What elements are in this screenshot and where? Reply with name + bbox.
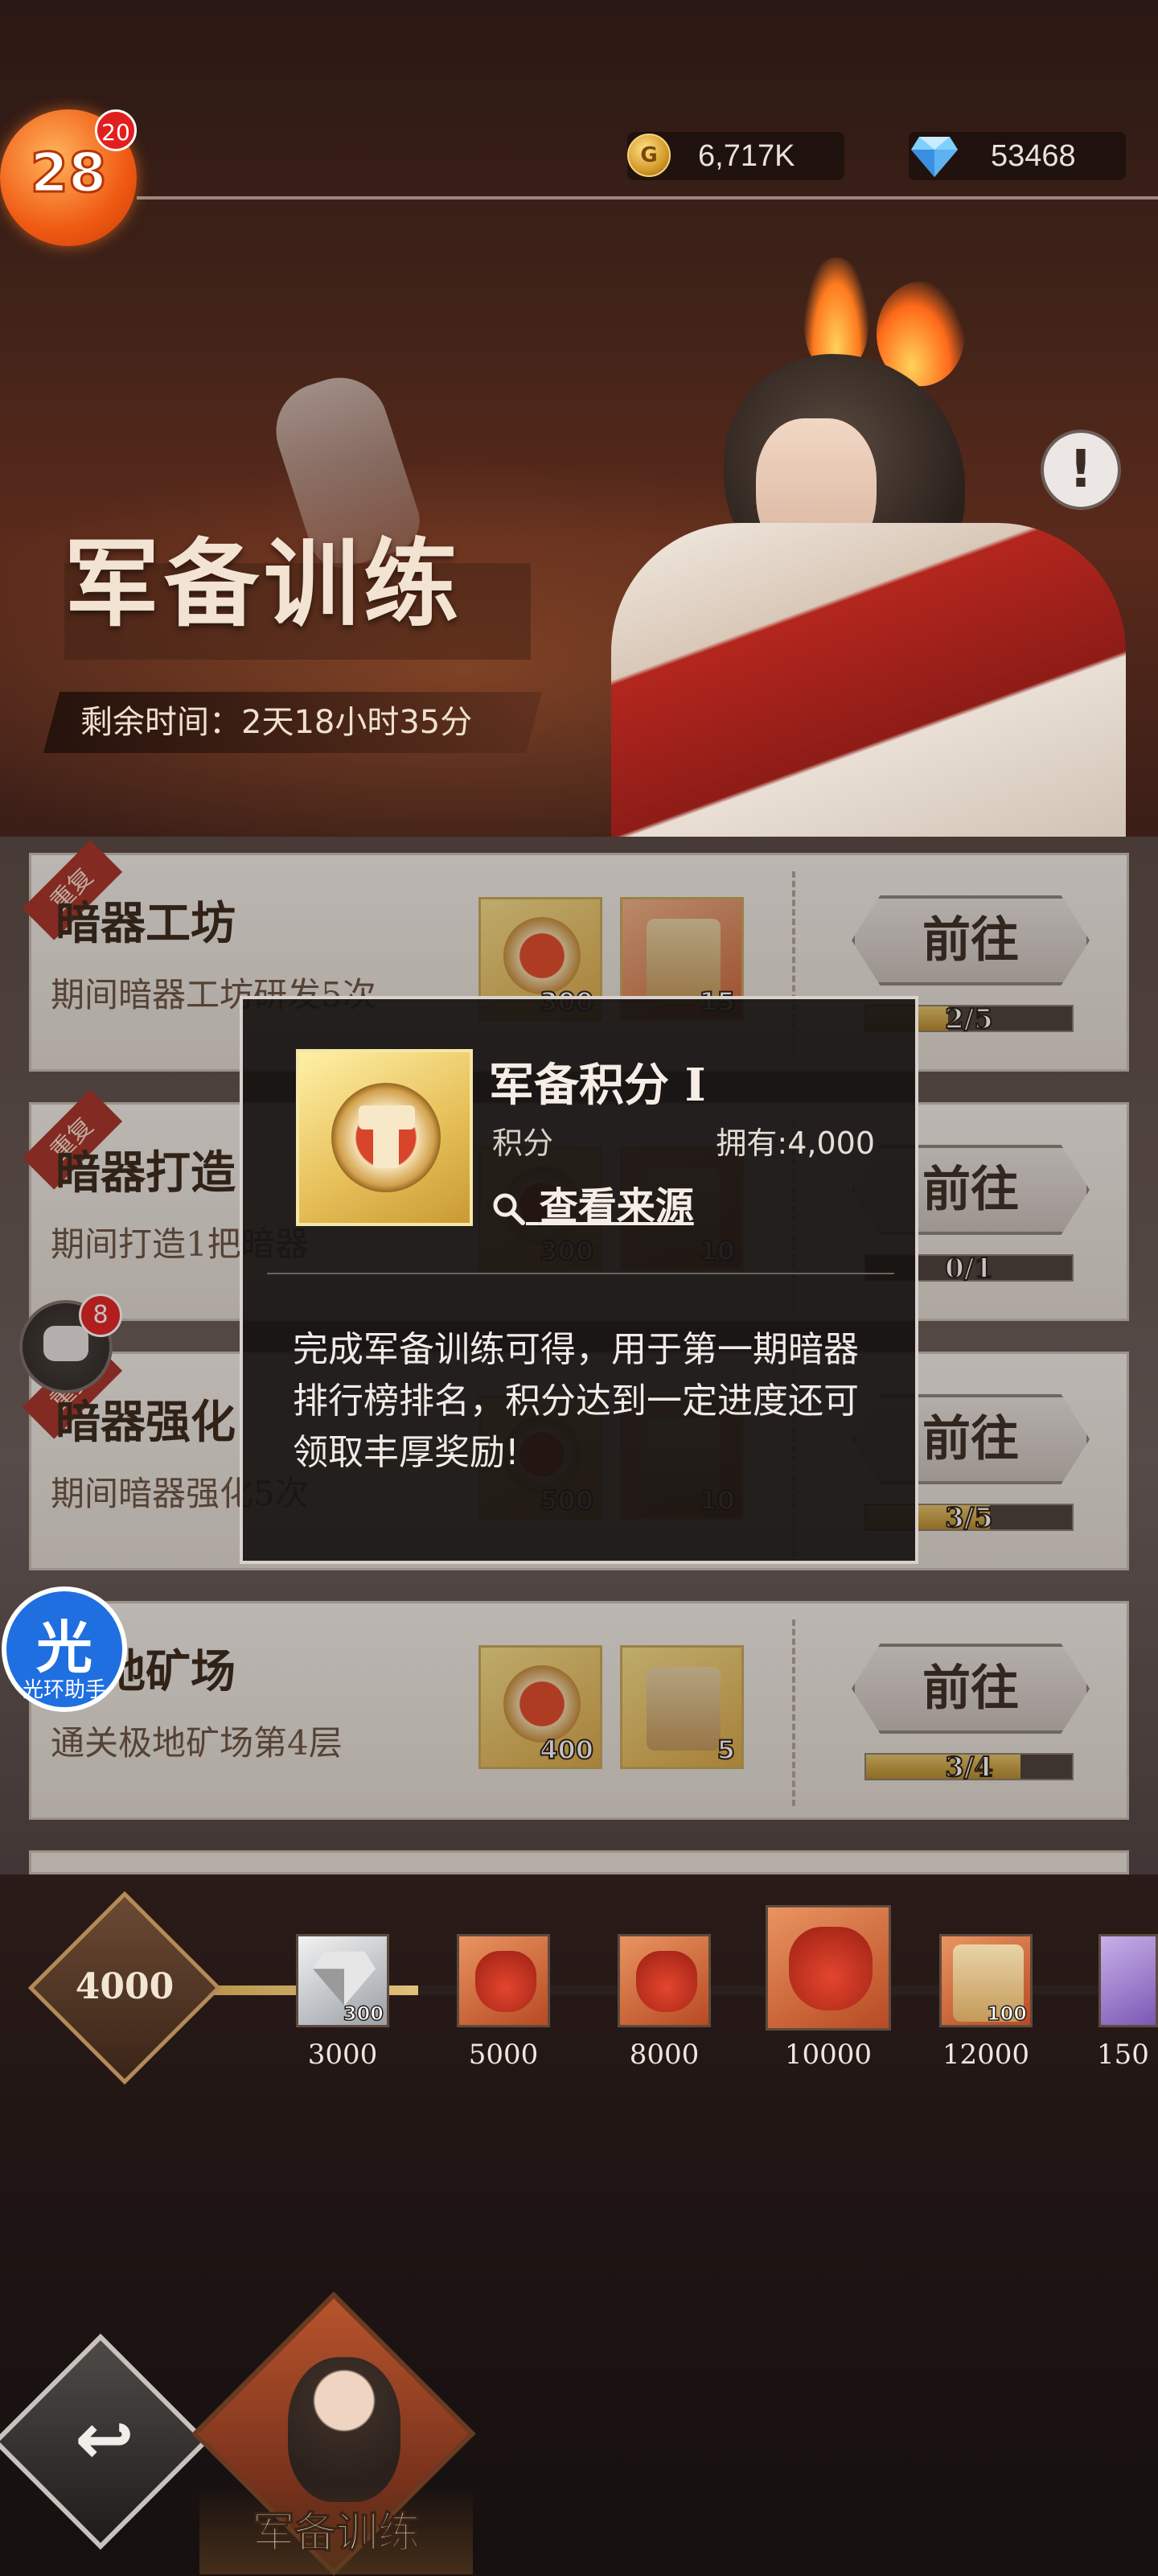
popup-owned-count: 拥有:4,000 bbox=[716, 1125, 875, 1161]
milestone-reward[interactable] bbox=[618, 1934, 711, 2027]
diamond-icon bbox=[312, 1951, 376, 2006]
back-arrow-icon: ↩ bbox=[75, 2397, 134, 2480]
view-source-label: 查看来源 bbox=[539, 1184, 694, 1229]
event-title: 军备训练 bbox=[64, 528, 464, 640]
nav-tab-armament-training[interactable]: 军备训练 bbox=[191, 2291, 476, 2576]
gift-bag-icon bbox=[636, 1951, 697, 2012]
popup-item-title: 军备积分 I bbox=[489, 1059, 706, 1112]
milestone-reward[interactable]: 100 bbox=[939, 1934, 1033, 2027]
level-notification-badge: 20 bbox=[95, 109, 137, 151]
gold-coin-icon: G bbox=[627, 134, 671, 177]
nav-tab-portrait bbox=[288, 2357, 400, 2502]
assistant-button[interactable]: 光 光环助手 bbox=[2, 1586, 127, 1712]
milestone-label: 3000 bbox=[307, 2039, 378, 2071]
flame-decoration bbox=[804, 257, 868, 370]
nav-tab-label: 军备训练 bbox=[252, 2508, 421, 2558]
current-score: 4000 bbox=[75, 1966, 175, 2007]
assistant-logo: 光 bbox=[36, 1615, 92, 1681]
popup-divider bbox=[267, 1273, 894, 1274]
magnifier-icon bbox=[493, 1193, 525, 1225]
milestone-count: 100 bbox=[986, 2002, 1028, 2026]
milestone-reward[interactable] bbox=[1098, 1934, 1158, 2027]
gold-amount: 6,717K bbox=[698, 139, 795, 173]
milestone-label: 10000 bbox=[784, 2039, 873, 2071]
points-medal-icon bbox=[296, 1049, 473, 1226]
popup-item-type: 积分 bbox=[492, 1125, 554, 1161]
milestone-label: 150 bbox=[1097, 2039, 1149, 2071]
hero-character-illustration bbox=[515, 257, 1158, 861]
milestone-count: 300 bbox=[343, 2002, 384, 2026]
milestone-reward-major[interactable] bbox=[766, 1905, 891, 2031]
character-coat bbox=[611, 523, 1126, 861]
item-tooltip-popup: 军备积分 I 积分 拥有:4,000 查看来源 完成军备训练可得，用于第一期暗器… bbox=[240, 996, 918, 1564]
milestone-reward[interactable] bbox=[457, 1934, 550, 2027]
gem-amount: 53468 bbox=[991, 139, 1076, 173]
milestone-label: 8000 bbox=[629, 2039, 700, 2071]
milestone-label: 5000 bbox=[468, 2039, 539, 2071]
info-button[interactable]: ! bbox=[1041, 430, 1121, 510]
view-source-link[interactable]: 查看来源 bbox=[491, 1175, 694, 1231]
gift-bag-icon bbox=[789, 1927, 873, 2010]
milestone-label: 12000 bbox=[942, 2039, 1030, 2071]
hammer-head bbox=[359, 1105, 415, 1130]
diamond-icon bbox=[911, 137, 958, 177]
milestone-reward[interactable]: 300 bbox=[296, 1934, 389, 2027]
gift-bag-icon bbox=[475, 1951, 536, 2012]
top-divider bbox=[137, 196, 1158, 200]
exclamation-icon: ! bbox=[1069, 440, 1093, 500]
popup-description: 完成军备训练可得，用于第一期暗器排行榜排名，积分达到一定进度还可领取丰厚奖励! bbox=[293, 1329, 859, 1473]
assistant-label: 光环助手 bbox=[22, 1678, 106, 1702]
time-remaining: 剩余时间：2天18小时35分 bbox=[80, 704, 473, 741]
